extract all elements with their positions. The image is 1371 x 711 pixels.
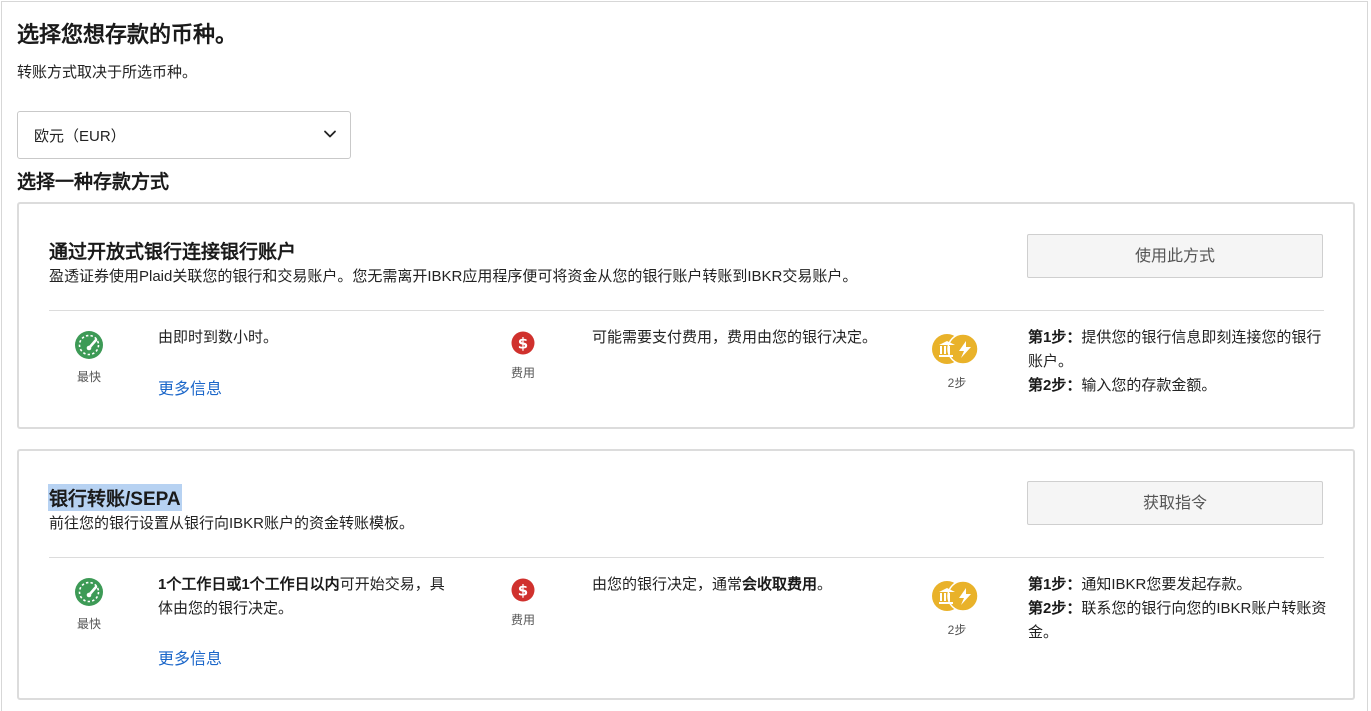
speed-text: 1个工作日或1个工作日以内可开始交易，具体由您的银行决定。 [158, 573, 448, 621]
get-instructions-button[interactable]: 获取指令 [1027, 481, 1323, 525]
svg-text:$: $ [518, 335, 528, 353]
steps-caption: 2步 [947, 376, 967, 390]
step2-text: 输入您的存款金额。 [1081, 377, 1217, 394]
steps-text: 第1步：提供您的银行信息即刻连接您的银行账户。 第2步：输入您的存款金额。 [1028, 326, 1328, 398]
page-subtitle: 转账方式取决于所选币种。 [17, 64, 198, 81]
method-description: 盈透证券使用Plaid关联您的银行和交易账户。您无需离开IBKR应用程序便可将资… [49, 268, 858, 285]
bank-steps-icon [932, 333, 979, 365]
step2-label: 第2步： [1028, 600, 1082, 617]
speed-caption: 最快 [76, 617, 101, 631]
method-title: 通过开放式银行连接银行账户 [49, 242, 297, 263]
dollar-icon: $ [511, 331, 535, 355]
speed-text-bold: 1个工作日或1个工作日以内 [158, 576, 340, 593]
speed-caption: 最快 [76, 370, 101, 384]
fee-caption: 费用 [510, 366, 535, 380]
fee-text: 由您的银行决定，通常会收取费用。 [592, 573, 892, 597]
chevron-down-icon [324, 130, 336, 138]
fee-text: 可能需要支付费用，费用由您的银行决定。 [592, 329, 878, 346]
fee-caption: 费用 [510, 613, 535, 627]
page-title: 选择您想存款的币种。 [17, 22, 238, 47]
steps-caption: 2步 [947, 623, 967, 637]
more-info-link[interactable]: 更多信息 [158, 375, 222, 399]
method-card-bank-transfer: 银行转账/SEPA 前往您的银行设置从银行向IBKR账户的资金转账模板。 获取指… [17, 449, 1355, 700]
speedometer-icon [75, 331, 103, 359]
step1-label: 第1步： [1028, 329, 1082, 346]
steps-text: 第1步：通知IBKR您要发起存款。 第2步：联系您的银行向您的IBKR账户转账资… [1028, 573, 1328, 645]
fee-text-end: 。 [817, 576, 833, 593]
dollar-icon: $ [511, 578, 535, 602]
currency-select-value: 欧元（EUR） [34, 128, 126, 145]
fee-text-bold: 会收取费用 [742, 576, 818, 593]
methods-heading: 选择一种存款方式 [17, 172, 170, 193]
step1-text: 通知IBKR您要发起存款。 [1081, 576, 1252, 593]
method-card-open-banking: 通过开放式银行连接银行账户 盈透证券使用Plaid关联您的银行和交易账户。您无需… [17, 202, 1355, 429]
fee-text-plain: 由您的银行决定，通常 [592, 576, 743, 593]
svg-text:$: $ [518, 582, 528, 600]
use-this-method-button[interactable]: 使用此方式 [1027, 234, 1323, 278]
step2-label: 第2步： [1028, 377, 1082, 394]
speed-text: 由即时到数小时。 [158, 329, 279, 346]
method-title: 银行转账/SEPA [48, 484, 182, 511]
method-description: 前往您的银行设置从银行向IBKR账户的资金转账模板。 [49, 515, 415, 532]
currency-select[interactable]: 欧元（EUR） [17, 111, 351, 159]
step1-label: 第1步： [1028, 576, 1082, 593]
bank-steps-icon [932, 580, 979, 612]
more-info-link[interactable]: 更多信息 [158, 645, 222, 669]
divider [49, 557, 1324, 558]
divider [49, 310, 1324, 311]
speedometer-icon [75, 578, 103, 606]
